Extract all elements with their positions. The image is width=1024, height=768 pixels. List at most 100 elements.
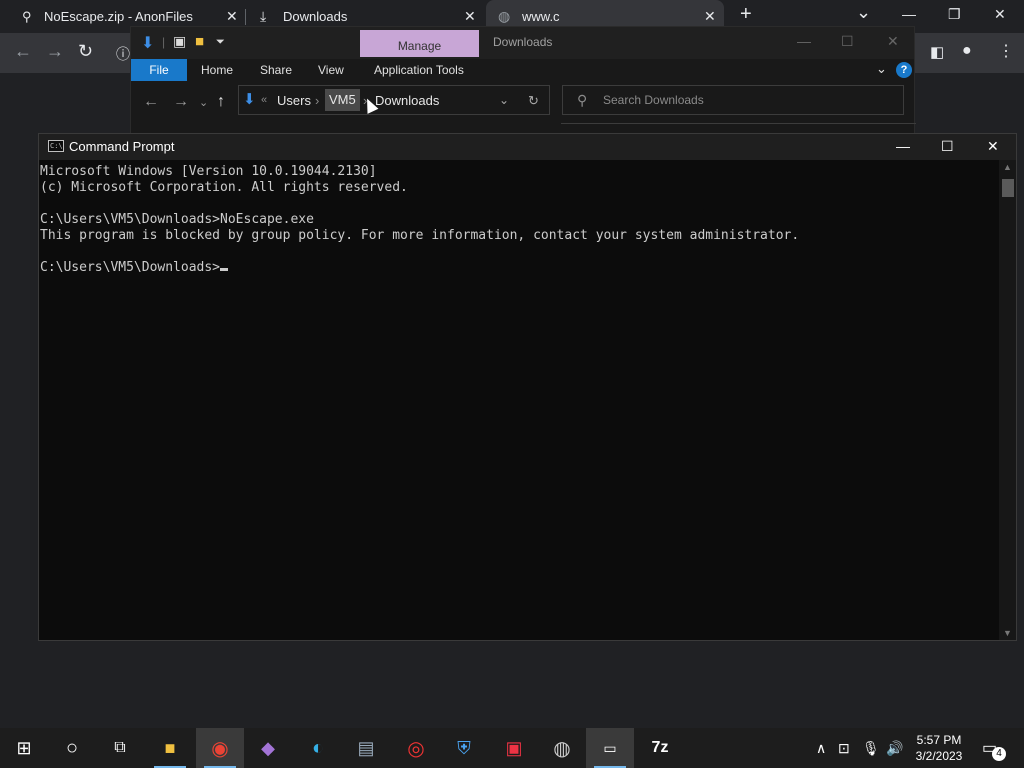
prompt-line: C:\Users\VM5\Downloads>	[40, 260, 998, 276]
navigation-row: ← → ⌄ ↑ ⬇ « Users › VM5 › Downloads ⌄ ↻ …	[131, 83, 914, 123]
site-info-icon[interactable]: ⓘ	[116, 44, 130, 64]
vertical-scrollbar[interactable]: ▲ ▼	[999, 160, 1016, 640]
tab-title: NoEscape.zip - AnonFiles	[44, 9, 193, 24]
cmd-icon: C:\	[48, 140, 64, 152]
shield-app-icon[interactable]: ⛨	[440, 728, 488, 768]
breadcrumb-separator: ›	[315, 93, 320, 108]
maximize-button[interactable]: ☐	[941, 138, 954, 155]
tab-close-icon[interactable]: ✕	[226, 8, 238, 25]
chrome-icon[interactable]: ◉	[196, 728, 244, 768]
download-icon: ⤓	[260, 8, 267, 24]
restore-button[interactable]: ❐	[948, 6, 961, 23]
tab-home[interactable]: Home	[201, 63, 233, 77]
task-view-icon[interactable]: ⧉	[96, 728, 144, 768]
new-folder-icon[interactable]: ■	[195, 33, 204, 50]
file-explorer-icon[interactable]: ■	[146, 728, 194, 768]
tab-title: www.c	[522, 9, 560, 24]
properties-icon[interactable]: ▣	[173, 33, 186, 50]
network-icon[interactable]: ⊡	[838, 740, 850, 757]
tab-application-tools[interactable]: Application Tools	[374, 63, 464, 77]
tab-search-chevron-icon[interactable]: ⌄	[856, 2, 871, 23]
menu-icon[interactable]: ⋮	[998, 41, 1014, 61]
console-line: Microsoft Windows [Version 10.0.19044.21…	[40, 164, 377, 179]
chevron-up-icon[interactable]: ∧	[816, 740, 826, 757]
visual-studio-icon[interactable]: ◆	[244, 728, 292, 768]
microphone-icon[interactable]: 🎙	[862, 740, 880, 757]
notification-badge: 4	[992, 747, 1006, 761]
console-prompt: C:\Users\VM5\Downloads>	[40, 260, 221, 275]
side-panel-icon[interactable]: ◧	[930, 43, 944, 61]
start-icon[interactable]: ⊞	[0, 728, 48, 768]
new-tab-button[interactable]: +	[740, 3, 752, 26]
console-line: This program is blocked by group policy.…	[40, 228, 800, 243]
breadcrumb-users[interactable]: Users	[277, 93, 311, 108]
profile-icon[interactable]: ●	[962, 42, 972, 60]
ribbon: File Home Share View Application Tools ⌄…	[131, 59, 914, 81]
volume-icon[interactable]: 🔊	[886, 740, 903, 757]
scrollbar-thumb[interactable]	[1002, 179, 1014, 197]
customize-qa-icon[interactable]: ⏷	[216, 36, 225, 49]
7zip-icon[interactable]: 7z	[636, 728, 684, 768]
manage-tab[interactable]: Manage	[360, 30, 479, 57]
download-folder-icon: ⬇	[243, 91, 256, 108]
console-output[interactable]: Microsoft Windows [Version 10.0.19044.21…	[40, 164, 998, 640]
clock[interactable]: 5:57 PM 3/2/2023	[908, 732, 970, 764]
terminal-icon[interactable]: ▭	[586, 728, 634, 768]
search-box[interactable]: ⚲ Search Downloads	[562, 85, 904, 115]
obs-icon[interactable]: ◍	[538, 728, 586, 768]
console-line: (c) Microsoft Corporation. All rights re…	[40, 180, 408, 195]
camera-app-icon[interactable]: ▣	[490, 728, 538, 768]
close-button[interactable]: ✕	[987, 138, 999, 155]
media-icon[interactable]: ▤	[342, 728, 390, 768]
address-dropdown-icon[interactable]: ⌄	[499, 93, 509, 107]
up-icon[interactable]: ↑	[217, 93, 225, 111]
separator: |	[162, 35, 166, 49]
address-bar[interactable]: ⬇ « Users › VM5 › Downloads ⌄ ↻	[238, 85, 550, 115]
cmd-titlebar[interactable]: C:\ Command Prompt — ☐ ✕	[39, 134, 1016, 160]
search-icon[interactable]: ○	[48, 728, 96, 768]
tab-close-icon[interactable]: ✕	[464, 8, 476, 25]
tab-view[interactable]: View	[318, 63, 344, 77]
forward-icon[interactable]: →	[173, 93, 189, 111]
minimize-button[interactable]: —	[896, 138, 910, 154]
taskbar: ⊞ ○ ⧉ ■ ◉ ◆ ◐ ▤ ◎ ⛨ ▣ ◍ ▭ 7z ∧ ⊡ 🎙 🔊 5:5…	[0, 728, 1024, 768]
reload-icon[interactable]: ↻	[78, 41, 93, 62]
tab-share[interactable]: Share	[260, 63, 292, 77]
recent-locations-icon[interactable]: ⌄	[199, 96, 208, 109]
tab-title: Downloads	[283, 9, 348, 24]
cmd-title: Command Prompt	[69, 139, 175, 154]
tab-file[interactable]: File	[131, 59, 187, 81]
anonfiles-icon: ⚲	[22, 9, 32, 24]
file-explorer-window: ⬇ | ▣ ■ ⏷ Manage Downloads — ☐ ✕ File Ho…	[130, 26, 916, 134]
refresh-icon[interactable]: ↻	[528, 93, 539, 109]
text-cursor	[220, 268, 229, 271]
expand-ribbon-icon[interactable]: ⌄	[876, 61, 887, 77]
scroll-down-icon[interactable]: ▼	[1003, 628, 1012, 638]
scroll-up-icon[interactable]: ▲	[1003, 162, 1012, 172]
help-icon[interactable]: ?	[896, 62, 912, 78]
minimize-button[interactable]: —	[797, 33, 811, 49]
overflow-icon[interactable]: «	[261, 94, 267, 106]
back-icon[interactable]: ←	[143, 93, 159, 111]
search-icon: ⚲	[577, 92, 588, 108]
minimize-button[interactable]: —	[902, 6, 916, 22]
console-line: C:\Users\VM5\Downloads>NoEscape.exe	[40, 212, 314, 227]
forward-icon[interactable]: →	[46, 41, 64, 62]
close-button[interactable]: ✕	[887, 33, 899, 50]
desktop-screen: ⚲ NoEscape.zip - AnonFiles ✕ ⤓ Downloads…	[0, 0, 1024, 768]
edge-icon[interactable]: ◐	[294, 728, 342, 768]
close-button[interactable]: ✕	[994, 6, 1006, 23]
maximize-button[interactable]: ☐	[841, 33, 854, 50]
breadcrumb-downloads[interactable]: Downloads	[375, 93, 439, 108]
tab-close-icon[interactable]: ✕	[704, 8, 716, 25]
red-app-icon[interactable]: ◎	[392, 728, 440, 768]
explorer-title: Downloads	[493, 35, 553, 49]
command-prompt-window[interactable]: C:\ Command Prompt — ☐ ✕ Microsoft Windo…	[38, 133, 1017, 641]
clock-time: 5:57 PM	[916, 733, 962, 747]
search-placeholder: Search Downloads	[603, 93, 704, 107]
back-icon[interactable]: ←	[14, 41, 32, 62]
explorer-titlebar: ⬇ | ▣ ■ ⏷ Manage Downloads — ☐ ✕	[131, 27, 914, 59]
breadcrumb-vm5[interactable]: VM5	[325, 89, 360, 111]
